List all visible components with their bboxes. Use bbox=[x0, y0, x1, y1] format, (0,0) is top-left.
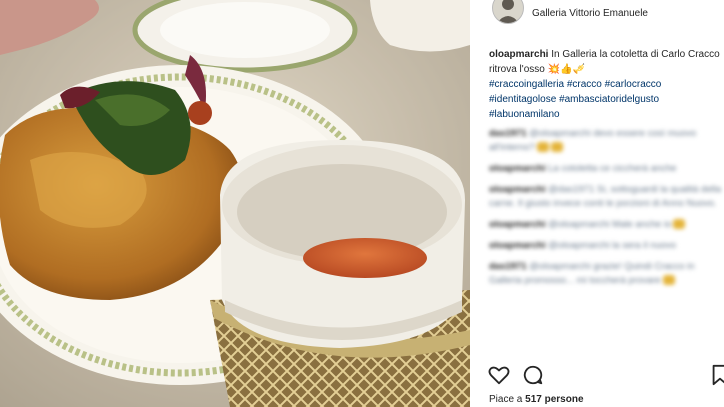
list-item: das1971 @oloapmarchi grazie! Quindi Crac… bbox=[489, 260, 721, 288]
comment-text: La cotoletta ce ciccherà anche bbox=[548, 163, 677, 174]
list-item: oloapmarchi @das1971 Si, sottoguardi la … bbox=[489, 183, 721, 211]
post-sidebar: Galleria Vittorio Emanuele oloapmarchi I… bbox=[470, 0, 724, 407]
comment-username[interactable]: das1971 bbox=[489, 261, 527, 272]
comment-list: das1971 @oloapmarchi devo essere così mu… bbox=[489, 127, 721, 295]
comment-icon[interactable] bbox=[522, 364, 544, 386]
hashtag[interactable]: #carlocracco bbox=[605, 79, 662, 90]
caption-emoji: 💥👍🎺 bbox=[547, 64, 585, 75]
list-item: das1971 @oloapmarchi devo essere così mu… bbox=[489, 127, 721, 155]
hashtag[interactable]: #craccoingalleria bbox=[489, 79, 564, 90]
caption-username[interactable]: oloapmarchi bbox=[489, 49, 548, 60]
comment-username[interactable]: oloapmarchi bbox=[489, 184, 546, 195]
comment-username[interactable]: oloapmarchi bbox=[489, 240, 546, 251]
post-header: Galleria Vittorio Emanuele bbox=[470, 0, 724, 28]
hashtag[interactable]: #cracco bbox=[567, 79, 602, 90]
list-item: oloapmarchi @oloapmarchi la sera il nuov… bbox=[489, 239, 721, 253]
comment-username[interactable]: oloapmarchi bbox=[489, 163, 546, 174]
post-location[interactable]: Galleria Vittorio Emanuele bbox=[532, 8, 648, 19]
comment-username[interactable]: oloapmarchi bbox=[489, 219, 546, 230]
likes-prefix: Piace a bbox=[489, 394, 523, 405]
likes-number: 517 persone bbox=[525, 394, 584, 405]
hashtag[interactable]: #identitagolose bbox=[489, 94, 556, 105]
avatar[interactable] bbox=[492, 0, 524, 24]
bookmark-icon[interactable] bbox=[710, 364, 724, 386]
heart-icon[interactable] bbox=[488, 364, 510, 386]
post-actions bbox=[488, 364, 724, 388]
list-item: oloapmarchi La cotoletta ce ciccherà anc… bbox=[489, 162, 721, 176]
post-photo bbox=[0, 0, 470, 407]
like-count[interactable]: Piace a 517 persone bbox=[489, 394, 584, 405]
comment-username[interactable]: das1971 bbox=[489, 128, 527, 139]
post-caption: oloapmarchi In Galleria la cotoletta di … bbox=[489, 47, 721, 122]
list-item: oloapmarchi @oloapmarchi Male anche io bbox=[489, 218, 721, 232]
comment-text: @oloapmarchi Male anche io bbox=[548, 219, 672, 230]
hashtag[interactable]: #labuonamilano bbox=[489, 109, 560, 120]
hashtag[interactable]: #ambasciatoridelgusto bbox=[559, 94, 659, 105]
comment-text: @oloapmarchi la sera il nuovo bbox=[548, 240, 677, 251]
